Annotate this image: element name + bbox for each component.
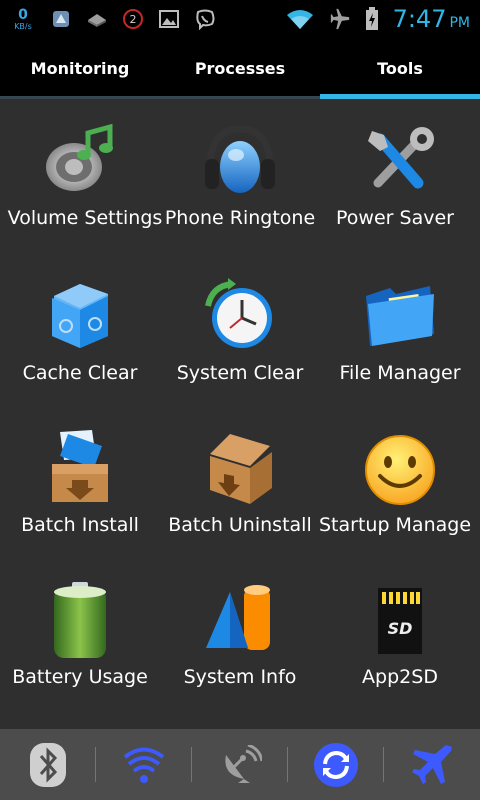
tools-icon: [368, 127, 434, 189]
tool-label: Phone Ringtone: [164, 207, 316, 229]
net-speed-indicator: 0 KB/s: [10, 8, 36, 31]
battery-charging-icon: [365, 7, 379, 30]
airplane-icon: [412, 744, 452, 784]
tab-processes[interactable]: Processes: [160, 38, 320, 99]
airplane-mode-icon: [329, 8, 351, 30]
airplane-toggle[interactable]: [384, 729, 480, 800]
sync-icon: [314, 742, 358, 787]
status-bar-right: 7:47 PM: [285, 0, 480, 38]
clock-ampm: PM: [449, 15, 470, 31]
notification-count-badge: 2: [122, 8, 144, 30]
tool-label: Power Saver: [336, 207, 454, 229]
tool-label: Batch Uninstall: [168, 514, 312, 536]
bluetooth-icon: [30, 742, 66, 787]
folder-icon: [366, 286, 434, 346]
tab-bar: Monitoring Processes Tools: [0, 38, 480, 99]
tool-app2sd[interactable]: SD App2SD: [320, 558, 480, 710]
wifi-icon: [124, 747, 164, 783]
tool-label: Startup Manage: [318, 514, 472, 536]
tool-power-saver[interactable]: Power Saver: [320, 99, 480, 254]
battery-icon: [54, 582, 106, 658]
tab-label: Tools: [377, 59, 423, 78]
storage-icon: [86, 8, 108, 30]
tool-label: Cache Clear: [22, 362, 138, 384]
tool-label: File Manager: [339, 362, 461, 384]
wifi-toggle[interactable]: [96, 729, 192, 800]
tool-label: System Info: [183, 666, 297, 688]
svg-text:SD: SD: [388, 619, 413, 638]
status-bar: 0 KB/s 2 7:47 PM: [0, 0, 480, 38]
notification-count: 2: [129, 12, 137, 26]
tool-startup-manage[interactable]: Startup Manage: [319, 406, 480, 558]
bluetooth-toggle[interactable]: [0, 729, 96, 800]
tool-system-clear[interactable]: System Clear: [160, 254, 320, 406]
tool-label: Volume Settings: [7, 207, 163, 229]
tool-battery-usage[interactable]: Battery Usage: [0, 558, 160, 710]
clock-time: 7:47: [392, 5, 447, 33]
clock: 7:47 PM: [393, 5, 470, 33]
box-uninstall-icon: [210, 434, 272, 504]
tab-label: Processes: [194, 59, 286, 78]
status-bar-left: 0 KB/s 2: [0, 0, 216, 38]
tab-tools[interactable]: Tools: [320, 38, 480, 99]
tool-phone-ringtone[interactable]: Phone Ringtone: [160, 99, 320, 254]
tool-cache-clear[interactable]: Cache Clear: [0, 254, 160, 406]
tool-batch-install[interactable]: Batch Install: [0, 406, 160, 558]
tool-label: App2SD: [362, 666, 438, 688]
image-icon: [158, 8, 180, 30]
tool-file-manager[interactable]: File Manager: [320, 254, 480, 406]
box-install-icon: [52, 430, 108, 502]
tool-volume-settings[interactable]: Volume Settings: [0, 99, 162, 254]
speaker-music-icon: [46, 123, 113, 191]
shapes-icon: [206, 585, 270, 650]
recycle-box-icon: [52, 284, 108, 348]
smiley-icon: [365, 435, 435, 505]
tool-label: Batch Install: [21, 514, 139, 536]
sync-toggle[interactable]: [288, 729, 384, 800]
tool-label: Battery Usage: [12, 666, 148, 688]
clock-refresh-icon: [205, 278, 272, 348]
net-speed-value: 0: [18, 6, 28, 23]
headphones-icon: [205, 125, 275, 193]
net-speed-unit: KB/s: [14, 21, 32, 31]
tab-monitoring[interactable]: Monitoring: [0, 38, 160, 99]
wifi-signal-icon: [285, 8, 315, 30]
gps-toggle[interactable]: [192, 729, 288, 800]
tool-label: System Clear: [176, 362, 304, 384]
tool-batch-uninstall[interactable]: Batch Uninstall: [160, 406, 320, 558]
tool-system-info[interactable]: System Info: [160, 558, 320, 710]
app-notification-icon: [50, 8, 72, 30]
tools-grid: Volume Settings Phone Ringtone Power Sav…: [0, 99, 480, 729]
viber-icon: [194, 8, 216, 30]
tab-label: Monitoring: [30, 59, 130, 78]
quick-toggle-bar: [0, 729, 480, 800]
satellite-icon: [225, 744, 262, 783]
sd-card-icon: SD: [378, 588, 422, 654]
